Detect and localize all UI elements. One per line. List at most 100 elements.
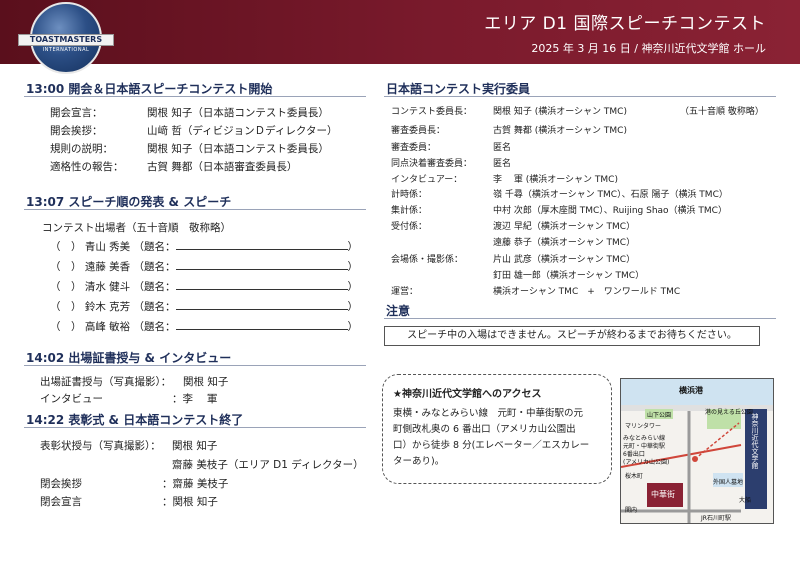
committee-role: 計時係：	[391, 190, 428, 200]
award-role: 閉会挨拶	[40, 478, 82, 490]
opening-person: 関根 知子（日本語コンテスト委員長）	[147, 107, 329, 119]
award-person: ：関根 知子	[162, 496, 218, 508]
paren-close: ）	[347, 241, 359, 253]
divider	[384, 318, 776, 319]
notice-box: スピーチ中の入場はできません。スピーチが終わるまでお待ちください。	[384, 326, 760, 346]
map-label: 関内	[625, 507, 638, 514]
certificate-role: インタビュー	[40, 393, 103, 405]
order-blank: （ ）	[50, 301, 82, 313]
title-label: （題名：	[133, 301, 176, 313]
page-subtitle: 2025 年 3 月 16 日 / 神奈川近代文学館 ホール	[531, 42, 766, 55]
award-person: 齋藤 美枝子（エリア D1 ディレクター）	[172, 459, 364, 471]
committee-name: 関根 知子 (横浜オーシャン TMC)	[493, 107, 627, 117]
map-label: 横浜港	[679, 386, 703, 395]
committee-role: 審査委員長：	[391, 126, 446, 136]
page-title: エリア D1 国際スピーチコンテスト	[484, 14, 766, 34]
header-banner: TOASTMASTERS INTERNATIONAL エリア D1 国際スピーチ…	[0, 0, 800, 74]
map-label: 大船	[739, 497, 752, 504]
access-map: 横浜港 山下公園 マリンタワー 港の見える丘公園 みなとみらい線 元町・中華街駅…	[620, 378, 774, 524]
contestant-name: 鈴木 克芳	[84, 301, 131, 313]
paren-close: ）	[347, 301, 359, 313]
committee-name: 李 軍 (横浜オーシャン TMC)	[493, 175, 618, 185]
opening-role: 開会宣言：	[50, 107, 103, 119]
opening-person: 山﨑 哲（ディビジョンＤディレクター）	[147, 125, 338, 137]
title-blank-line	[175, 260, 348, 270]
award-person: 関根 知子	[172, 440, 218, 452]
committee-name: 渡辺 早紀（横浜オーシャン TMC）	[493, 222, 636, 232]
committee-name: 横浜オーシャン TMC + ワンワールド TMC	[493, 287, 681, 297]
committee-name: 遠藤 恭子（横浜オーシャン TMC）	[493, 238, 636, 248]
committee-role: 会場係・撮影係：	[391, 255, 464, 265]
contestant-row: （ ） 遠藤 美香 （題名： ）	[50, 259, 358, 274]
map-exit-marker	[692, 456, 698, 462]
committee-role: インタビュアー：	[391, 175, 463, 185]
access-text: 東横・みなとみらい線 元町・中華街駅の元 町側改札奥の 6 番出口（アメリカ山公…	[393, 406, 601, 470]
notice-title: 注意	[386, 304, 411, 318]
opening-role: 開会挨拶：	[50, 125, 103, 137]
map-label: マリンタワー	[625, 423, 662, 430]
access-line: 口）から徒歩 8 分(エレベーター／エスカレー	[393, 440, 590, 451]
divider	[24, 427, 366, 428]
opening-role: 適格性の報告：	[50, 161, 124, 173]
committee-role: 同点決着審査委員：	[391, 159, 473, 169]
committee-name: 嶺 千尋（横浜オーシャン TMC）、石原 陽子（横浜 TMC）	[493, 190, 728, 200]
contestant-name: 青山 秀美	[84, 241, 131, 253]
committee-role: 集計係：	[391, 206, 428, 216]
order-blank: （ ）	[50, 241, 82, 253]
paren-close: ）	[347, 321, 359, 333]
access-line: 町側改札奥の 6 番出口（アメリカ山公園出	[393, 424, 576, 435]
paren-close: ）	[347, 281, 359, 293]
contestant-name: 清水 健斗	[84, 281, 131, 293]
map-label: (アメリカ山公園)	[623, 459, 670, 466]
paren-close: ）	[347, 261, 359, 273]
title-blank-line	[175, 320, 348, 330]
certificate-person: 関根 知子	[183, 376, 229, 388]
map-label: 港の見える丘公園	[705, 409, 753, 416]
access-box: ★神奈川近代文学館へのアクセス 東横・みなとみらい線 元町・中華街駅の元 町側改…	[382, 374, 612, 484]
section-committee-title: 日本語コンテスト実行委員	[386, 82, 531, 96]
map-label: 外国人墓地	[713, 479, 744, 486]
award-role: 表彰状授与（写真撮影）：	[40, 440, 161, 452]
award-person: ：齋藤 美枝子	[162, 478, 229, 490]
committee-role: 受付係：	[391, 222, 428, 232]
title-blank-line	[175, 280, 348, 290]
opening-person: 古賀 舞都（日本語審査委員長）	[147, 161, 298, 173]
committee-name: 中村 次郎（厚木座間 TMC）、Ruijing Shao（横浜 TMC）	[493, 206, 727, 216]
map-label: 桜木町	[625, 473, 644, 480]
map-label: 中華街	[651, 490, 675, 499]
title-label: （題名：	[133, 281, 176, 293]
map-label: JR石川町駅	[701, 515, 731, 522]
opening-person: 関根 知子（日本語コンテスト委員長）	[147, 143, 329, 155]
access-line: ターあり)。	[393, 456, 445, 467]
certificate-person: ：李 軍	[172, 393, 218, 405]
section-opening-title: 13:00 開会＆日本語スピーチコンテスト開始	[26, 82, 273, 96]
committee-role: 運営：	[391, 287, 419, 297]
committee-name: 片山 武彦（横浜オーシャン TMC）	[493, 255, 636, 265]
order-blank: （ ）	[50, 261, 82, 273]
committee-name: 釘田 雄一郎（横浜オーシャン TMC）	[493, 271, 645, 281]
contestant-row: （ ） 高峰 敏裕 （題名： ）	[50, 319, 358, 334]
title-label: （題名：	[133, 321, 176, 333]
committee-name: 匿名	[493, 143, 512, 153]
divider	[384, 96, 776, 97]
contestant-name: 遠藤 美香	[84, 261, 131, 273]
access-title: ★神奈川近代文学館へのアクセス	[393, 389, 542, 400]
section-speech-title: 13:07 スピーチ順の発表 & スピーチ	[26, 195, 232, 209]
divider	[24, 96, 366, 97]
committee-name: 古賀 舞都 (横浜オーシャン TMC)	[493, 126, 627, 136]
title-blank-line	[175, 300, 348, 310]
map-label: 神奈川近代文学館	[751, 413, 759, 469]
contestant-intro: コンテスト出場者（五十音順 敬称略）	[42, 222, 231, 234]
map-label: 山下公園	[647, 412, 672, 419]
committee-note: （五十音順 敬称略）	[680, 107, 764, 117]
title-label: （題名：	[133, 261, 176, 273]
access-line: 東横・みなとみらい線 元町・中華街駅の元	[393, 408, 584, 419]
contestant-name: 高峰 敏裕	[84, 321, 131, 333]
opening-role: 規則の説明：	[50, 143, 113, 155]
order-blank: （ ）	[50, 321, 82, 333]
section-award-title: 14:22 表彰式 & 日本語コンテスト終了	[26, 413, 244, 427]
title-blank-line	[175, 240, 348, 250]
committee-role: 審査委員：	[391, 143, 437, 153]
divider	[24, 209, 366, 210]
title-label: （題名：	[133, 241, 176, 253]
